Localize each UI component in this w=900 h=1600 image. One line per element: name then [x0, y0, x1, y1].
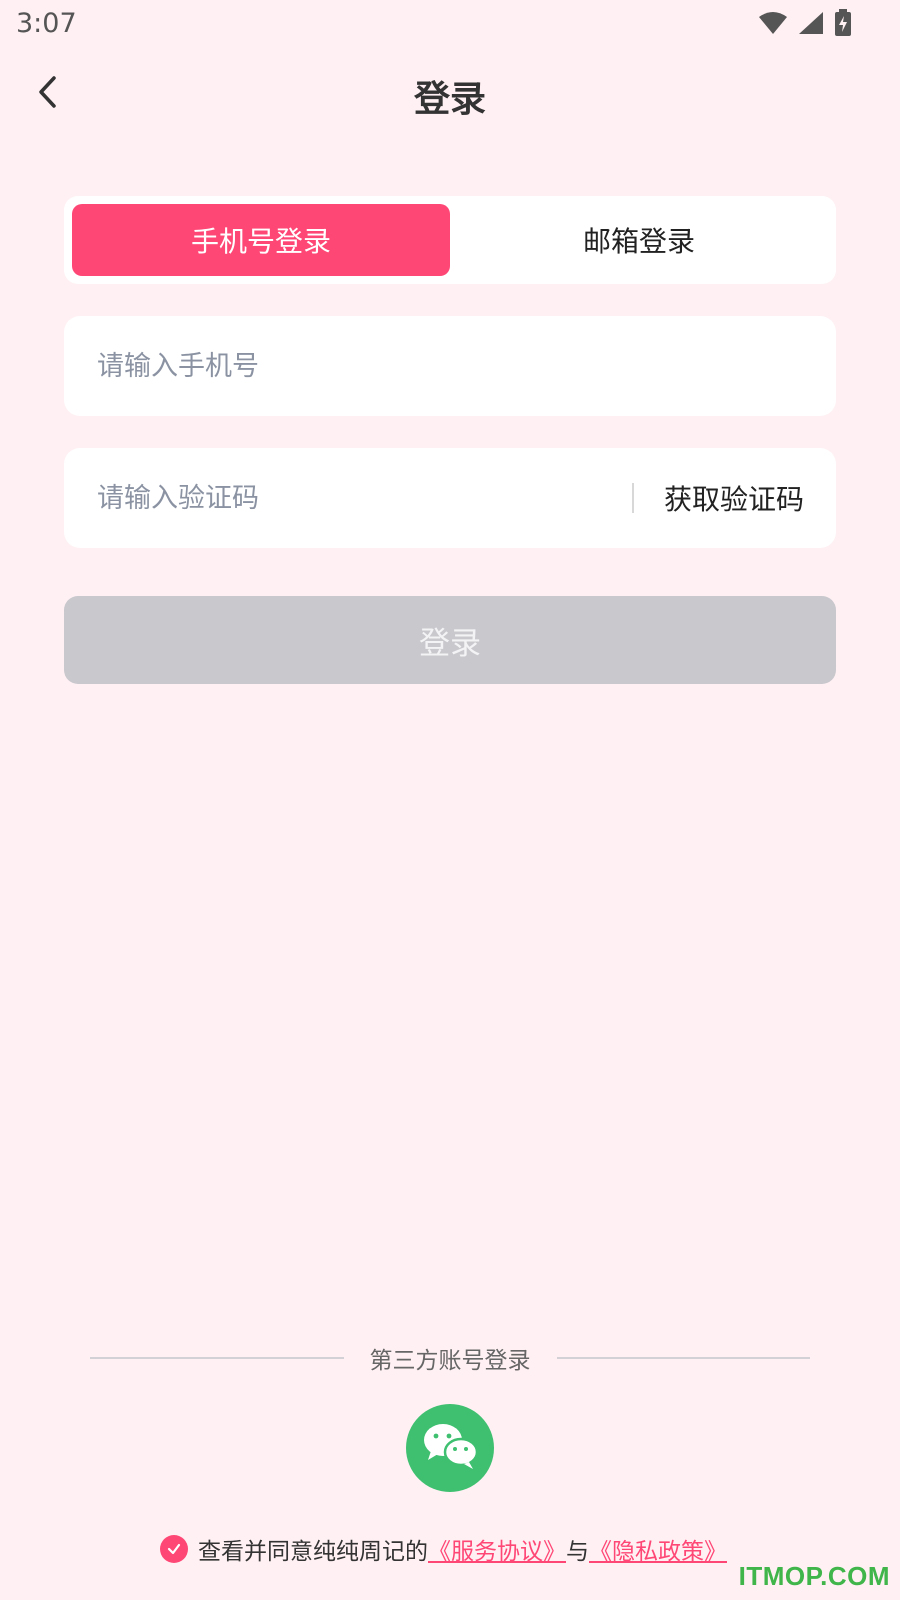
divider-line-right	[556, 1357, 810, 1359]
wechat-login-button[interactable]	[406, 1404, 494, 1492]
login-button[interactable]: 登录	[64, 596, 836, 684]
terms-link[interactable]: 《服务协议》	[428, 1532, 566, 1566]
agree-checkbox[interactable]	[160, 1535, 188, 1563]
page-title: 登录	[413, 79, 486, 120]
phone-input[interactable]	[64, 316, 836, 416]
agreement: 查看并同意纯纯周记的 《服务协议》 与 《隐私政策》	[160, 1532, 727, 1566]
header: 登录	[0, 60, 900, 128]
wifi-icon	[758, 11, 788, 35]
code-input[interactable]	[64, 448, 632, 548]
signal-icon	[798, 11, 824, 35]
login-screen: 3:07 登录 手机号登录 邮箱登录 请输入手机号 请输入验证码 获取验证码 登…	[0, 0, 900, 1600]
get-code-button[interactable]: 获取验证码	[634, 478, 836, 518]
tab-email-login[interactable]: 邮箱登录	[450, 204, 828, 276]
privacy-link[interactable]: 《隐私政策》	[589, 1532, 727, 1566]
battery-charging-icon	[834, 9, 852, 37]
watermark: ITMOP.COM	[738, 1561, 890, 1591]
login-method-tabs: 手机号登录 邮箱登录	[64, 196, 836, 284]
agreement-prefix: 查看并同意纯纯周记的	[198, 1539, 428, 1565]
status-time: 3:07	[16, 8, 77, 39]
third-party-label: 第三方账号登录	[369, 1348, 531, 1374]
tab-phone-login[interactable]: 手机号登录	[72, 204, 450, 276]
phone-field	[64, 316, 836, 416]
status-bar: 3:07	[0, 0, 900, 50]
third-party-divider: 第三方账号登录	[90, 1340, 810, 1376]
divider-line-left	[90, 1357, 344, 1359]
check-icon	[167, 1543, 181, 1555]
status-icons	[758, 9, 852, 37]
agreement-connector: 与	[566, 1539, 589, 1565]
code-field: 获取验证码	[64, 448, 836, 548]
wechat-icon	[419, 1420, 481, 1476]
